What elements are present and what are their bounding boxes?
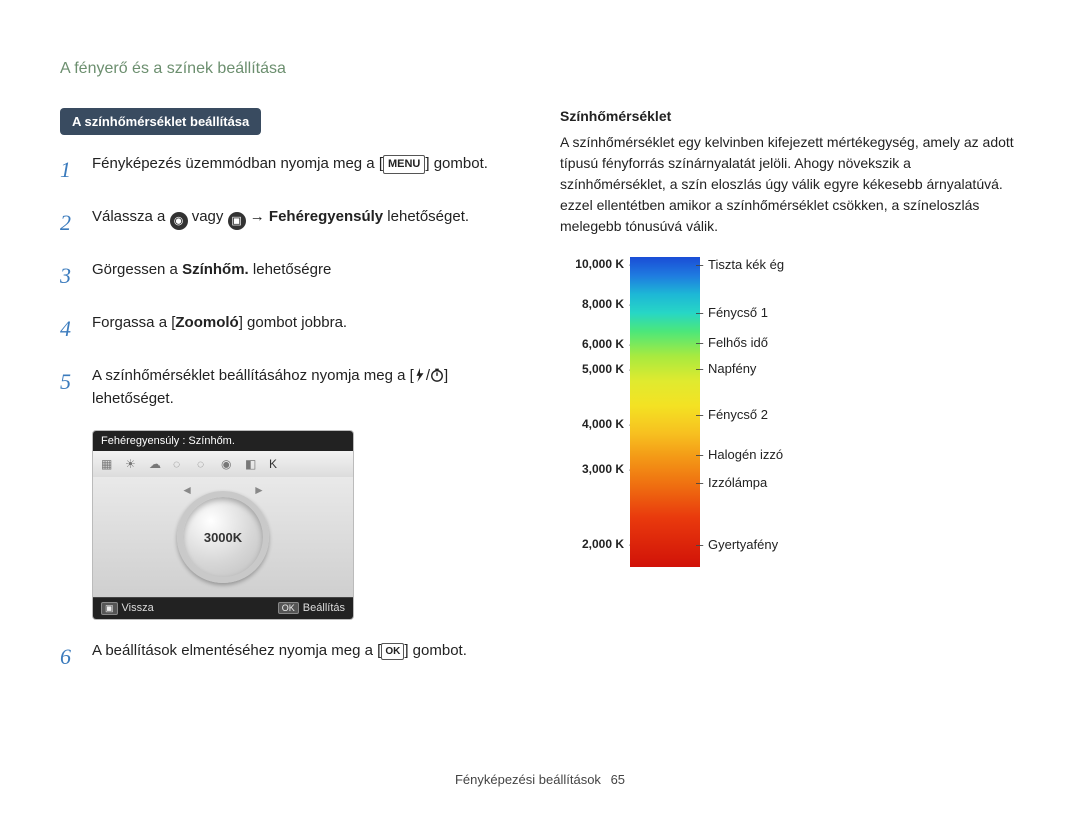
kelvin-tick: 4,000 K — [582, 417, 624, 431]
kelvin-source-label: Gyertyafény — [708, 537, 778, 552]
wb-custom-icon: ◧ — [245, 457, 263, 471]
step-number: 5 — [60, 365, 78, 410]
video-icon: ▣ — [228, 212, 246, 230]
steps-list: 1 Fényképezés üzemmódban nyomja meg a [M… — [60, 153, 520, 410]
page-title: A fényerő és a színek beállítása — [60, 60, 1020, 78]
step-number: 1 — [60, 153, 78, 186]
step-2: 2 Válassza a ◉ vagy ▣ → Fehéregyensúly l… — [60, 206, 520, 239]
kelvin-source-label: Fénycső 1 — [708, 305, 768, 320]
step-text: ] gombot jobbra. — [239, 314, 347, 331]
dial-area: ◄ ► 3000K — [93, 477, 353, 597]
kelvin-dial[interactable]: 3000K — [177, 491, 269, 583]
camera-icon: ◉ — [170, 212, 188, 230]
kelvin-left-axis: 10,000 K 8,000 K 6,000 K 5,000 K 4,000 K 3,00… — [560, 257, 630, 567]
footer-page-number: 65 — [611, 772, 625, 787]
kelvin-tick: 5,000 K — [582, 362, 624, 376]
device-preview: Fehéregyensúly : Színhőm. ▦ ☀ ☁ ◌ ◌ ◉ ◧ … — [92, 430, 354, 620]
step-6: 6 A beállítások elmentéséhez nyomja meg … — [60, 640, 520, 673]
kelvin-tick: 3,000 K — [582, 462, 624, 476]
kelvin-spectrum — [630, 257, 700, 567]
kelvin-source-label: Felhős idő — [708, 335, 768, 350]
device-back-label: Vissza — [122, 602, 154, 614]
step-4: 4 Forgassa a [Zoomoló] gombot jobbra. — [60, 312, 520, 345]
kelvin-source-label: Izzólámpa — [708, 475, 767, 490]
wb-auto-icon: ▦ — [101, 457, 119, 471]
ok-icon: OK — [381, 643, 404, 660]
step-text: lehetőségre — [249, 261, 332, 278]
wb-fluor-icon: ◌ — [173, 457, 191, 471]
flash-icon — [414, 368, 426, 382]
kelvin-right-labels: Tiszta kék ég Fénycső 1 Felhős idő Napfény F… — [700, 257, 820, 567]
step-text: vagy — [188, 208, 228, 225]
kelvin-source-label: Napfény — [708, 361, 756, 376]
device-title: Fehéregyensúly : Színhőm. — [93, 431, 353, 451]
right-column: Színhőmérséklet A színhőmérséklet egy ke… — [560, 108, 1020, 693]
kelvin-chart: 10,000 K 8,000 K 6,000 K 5,000 K 4,000 K 3,00… — [560, 257, 1020, 567]
footer-section: Fényképezési beállítások — [455, 772, 601, 787]
ok-key-icon: OK — [278, 602, 299, 614]
kelvin-source-label: Fénycső 2 — [708, 407, 768, 422]
step-number: 2 — [60, 206, 78, 239]
step-bold: Fehéregyensúly — [269, 208, 383, 225]
page-footer: Fényképezési beállítások 65 — [0, 772, 1080, 787]
left-column: A színhőmérséklet beállítása 1 Fényképez… — [60, 108, 520, 693]
step-text: Válassza a — [92, 208, 170, 225]
back-key-icon: ▣ — [101, 602, 118, 615]
step-3: 3 Görgessen a Színhőm. lehetőségre — [60, 259, 520, 292]
kelvin-source-label: Tiszta kék ég — [708, 257, 784, 272]
step-1: 1 Fényképezés üzemmódban nyomja meg a [M… — [60, 153, 520, 186]
arrow-left-icon: ◄ — [181, 483, 193, 497]
step-bold: Színhőm. — [182, 261, 249, 278]
wb-kelvin-icon: K — [269, 457, 287, 471]
step-text: lehetőséget. — [383, 208, 469, 225]
step-5: 5 A színhőmérséklet beállításához nyomja… — [60, 365, 520, 410]
steps-list-2: 6 A beállítások elmentéséhez nyomja meg … — [60, 640, 520, 673]
kelvin-source-label: Halogén izzó — [708, 447, 783, 462]
step-text: ] gombot. — [425, 155, 488, 172]
timer-icon — [430, 368, 444, 382]
kelvin-tick: 10,000 K — [575, 257, 624, 271]
step-text: A színhőmérséklet beállításához nyomja m… — [92, 367, 414, 384]
step-text: Forgassa a [ — [92, 314, 175, 331]
step-text: Fényképezés üzemmódban nyomja meg a [ — [92, 155, 383, 172]
step-number: 3 — [60, 259, 78, 292]
device-back[interactable]: ▣ Vissza — [101, 602, 154, 615]
kelvin-tick: 8,000 K — [582, 297, 624, 311]
spectrum-bar — [630, 257, 700, 567]
wb-sun-icon: ☀ — [125, 457, 143, 471]
step-bold: Zoomoló — [175, 314, 238, 331]
step-text: → — [246, 208, 269, 225]
device-set-label: Beállítás — [303, 602, 345, 614]
step-number: 4 — [60, 312, 78, 345]
step-text: ] gombot. — [404, 642, 467, 659]
wb-fluor2-icon: ◌ — [197, 457, 215, 471]
wb-icon-row: ▦ ☀ ☁ ◌ ◌ ◉ ◧ K — [93, 451, 353, 477]
kelvin-tick: 2,000 K — [582, 537, 624, 551]
wb-tungsten-icon: ◉ — [221, 457, 239, 471]
kelvin-tick: 6,000 K — [582, 337, 624, 351]
step-text: A beállítások elmentéséhez nyomja meg a … — [92, 642, 381, 659]
step-number: 6 — [60, 640, 78, 673]
wb-cloud-icon: ☁ — [149, 457, 167, 471]
menu-icon: MENU — [383, 155, 425, 174]
right-paragraph: A színhőmérséklet egy kelvinben kifejeze… — [560, 132, 1020, 237]
section-badge: A színhőmérséklet beállítása — [60, 108, 261, 135]
device-set[interactable]: OK Beállítás — [278, 602, 345, 615]
step-text: Görgessen a — [92, 261, 182, 278]
arrow-right-icon: ► — [253, 483, 265, 497]
right-heading: Színhőmérséklet — [560, 108, 1020, 124]
